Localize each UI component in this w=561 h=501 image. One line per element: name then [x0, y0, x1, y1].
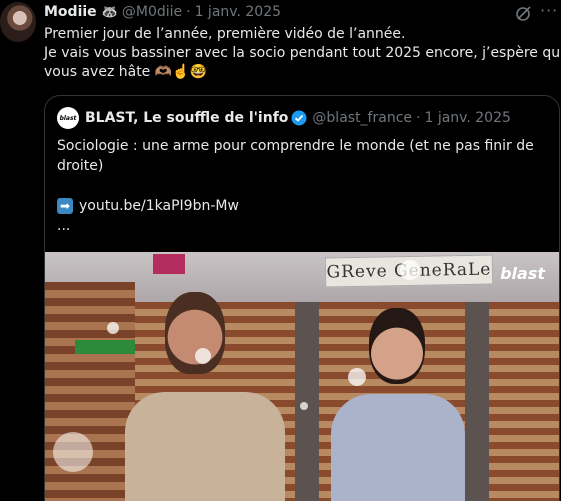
quote-author-name[interactable]: BLAST, Le souffle de l'info [85, 110, 288, 126]
presenter-man [105, 292, 285, 501]
video-player[interactable]: GReve GeneRaLe blast [45, 252, 559, 501]
separator-dot: · [416, 110, 421, 126]
snowflake [195, 348, 211, 364]
presenter-man-body [125, 392, 285, 501]
snowflake [300, 402, 308, 410]
quote-ellipsis: ... [57, 218, 71, 234]
quote-link[interactable]: youtu.be/1kaPI9bn-Mw [79, 196, 239, 216]
video-brand-logo: blast [500, 264, 545, 283]
quoted-tweet[interactable]: blast BLAST, Le souffle de l'info @blast… [44, 95, 560, 501]
author-name[interactable]: Modiie [44, 4, 97, 20]
quote-text-line: Sociologie : une arme pour comprendre le… [57, 138, 534, 154]
quote-date[interactable]: 1 janv. 2025 [424, 110, 510, 126]
quote-link-row: ➡ youtu.be/1kaPI9bn-Mw [57, 196, 547, 216]
quote-avatar[interactable]: blast [57, 107, 79, 129]
presenter-man-head [165, 292, 225, 374]
tweet-text: Premier jour de l’année, première vidéo … [44, 25, 561, 82]
aisle [465, 302, 489, 501]
quote-handle[interactable]: @blast_france [312, 110, 412, 126]
aisle [295, 302, 319, 501]
author-handle[interactable]: @M0diie [122, 4, 182, 20]
separator-dot: · [186, 4, 191, 20]
right-arrow-icon: ➡ [57, 198, 73, 214]
tweet-text-line: vous avez hâte 🫶🏽☝️🤓 [44, 64, 208, 80]
grok-icon[interactable] [515, 4, 533, 22]
presenter-woman [331, 308, 465, 501]
tweet-text-line: Premier jour de l’année, première vidéo … [44, 26, 406, 42]
snowflake [348, 368, 366, 386]
quote-header: blast BLAST, Le souffle de l'info @blast… [57, 107, 511, 129]
snowflake [107, 322, 119, 334]
presenter-woman-head [369, 308, 425, 384]
presenter-woman-body [331, 394, 465, 501]
author-name-emoji: 🦝 [101, 4, 118, 20]
tweet-header: Modiie 🦝 @M0diie · 1 janv. 2025 [44, 3, 281, 21]
snowflake [53, 432, 93, 472]
quote-text: Sociologie : une arme pour comprendre le… [57, 136, 547, 236]
tweet-text-line: Je vais vous bassiner avec la socio pend… [44, 45, 561, 61]
verified-badge-icon [291, 110, 307, 126]
wall-sign [153, 254, 185, 274]
quote-text-line: droite) [57, 158, 104, 174]
tweet-date[interactable]: 1 janv. 2025 [195, 4, 281, 20]
more-options-icon[interactable]: ··· [540, 3, 558, 22]
author-avatar[interactable] [0, 2, 36, 42]
snowflake [400, 260, 420, 280]
